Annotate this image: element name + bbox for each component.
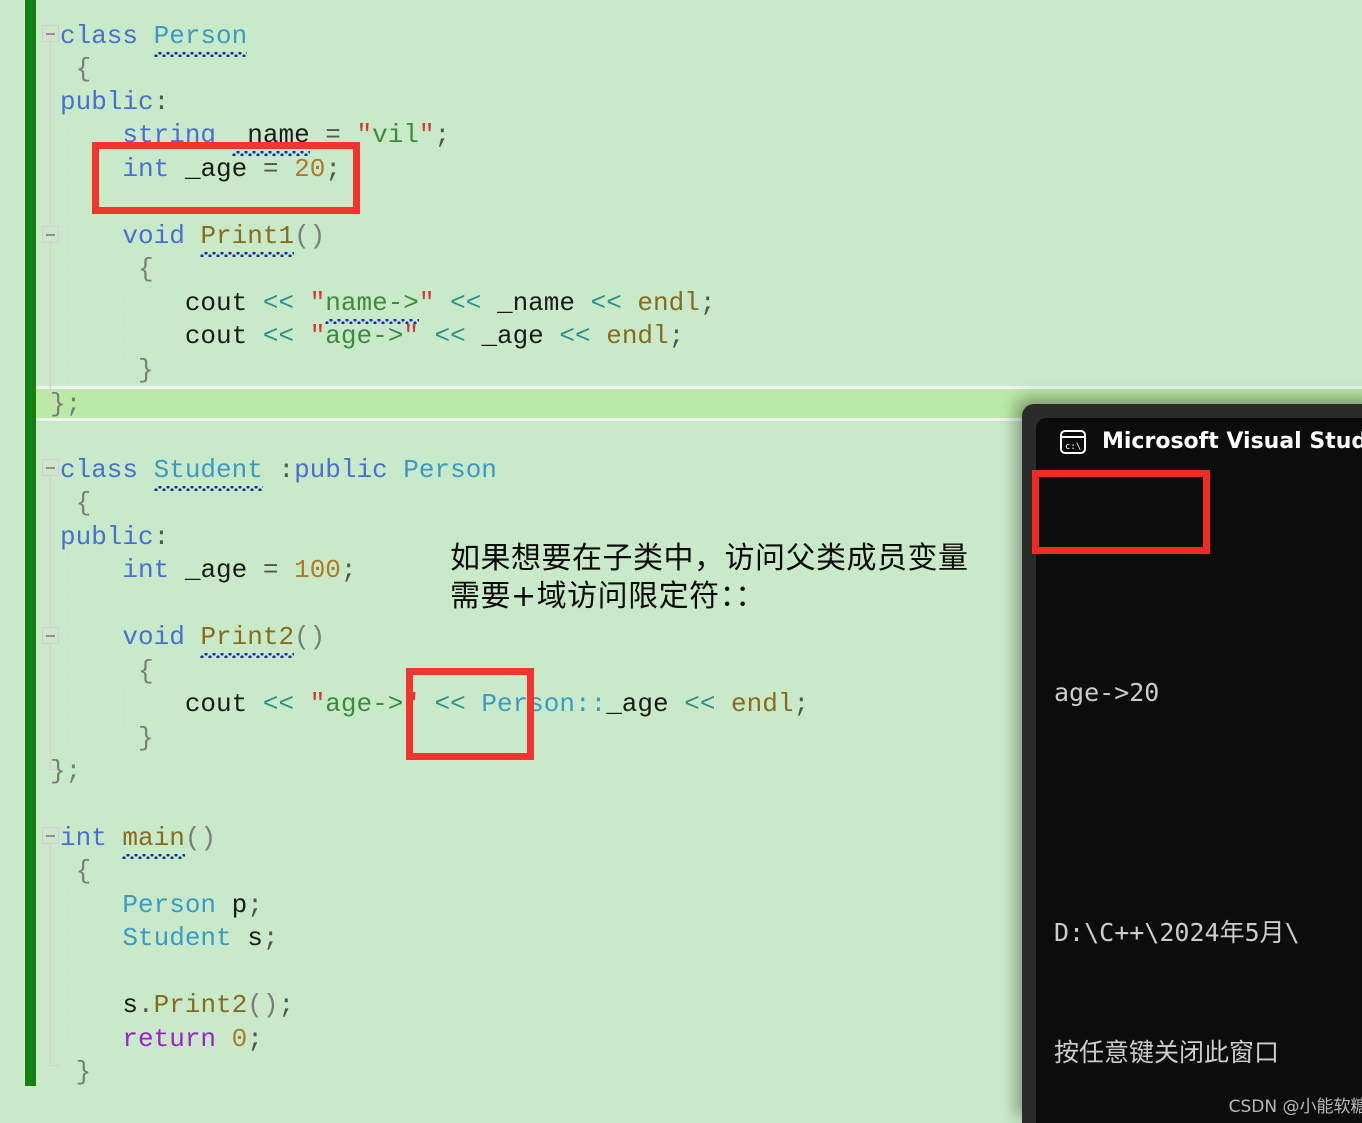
console-title: Microsoft Visual Studio <box>1102 429 1362 454</box>
svg-text:c:\: c:\ <box>1065 442 1081 452</box>
code-line-30: s.Print2(); <box>122 990 295 1020</box>
code-line-17: int _age = 100; <box>122 555 357 585</box>
code-line-32: } <box>75 1057 92 1087</box>
code-line-3: public: <box>60 87 170 117</box>
highlight-box-person-scope <box>406 668 534 760</box>
highlight-box-int-age <box>92 142 360 214</box>
console-cmd-icon: c:\ <box>1058 429 1088 455</box>
code-line-8: { <box>138 254 154 284</box>
console-output-line-3: 按任意键关闭此窗口 <box>1054 1038 1280 1067</box>
console-output-line-2: D:\C++\2024年5月\ <box>1054 918 1300 947</box>
code-line-27: Person p; <box>122 890 263 920</box>
highlight-box-console-output <box>1032 470 1210 554</box>
console-titlebar[interactable]: c:\ Microsoft Visual Studio <box>1036 418 1362 465</box>
code-line-22: } <box>138 723 154 753</box>
code-line-19: void Print2() <box>122 622 326 652</box>
annotation-text: 如果想要在子类中，访问父类成员变量 需要+域访问限定符：： <box>450 540 1010 616</box>
code-line-15: { <box>60 488 92 518</box>
code-line-31: return 0; <box>122 1024 263 1054</box>
code-line-26: { <box>60 856 92 886</box>
code-line-28: Student s; <box>122 923 279 953</box>
annotation-line-1: 如果想要在子类中，访问父类成员变量 <box>450 541 969 576</box>
code-line-16: public: <box>60 522 170 552</box>
console-output-line-1: age->20 <box>1054 678 1160 707</box>
console-blank-line-2 <box>1054 793 1362 833</box>
code-line-23: }; <box>50 756 82 786</box>
code-line-25: int main() <box>60 823 217 853</box>
code-line-11: } <box>138 355 154 385</box>
csdn-watermark: CSDN @小能软糖_ <box>1228 1097 1362 1117</box>
code-line-1: class Person <box>60 21 248 51</box>
code-line-14: class Student :public Person <box>60 455 497 485</box>
annotation-line-2: 需要+域访问限定符：： <box>450 579 766 614</box>
console-output: age->20 D:\C++\2024年5月\ 按任意键关闭此窗口 <box>1054 473 1362 1123</box>
code-line-2: { <box>60 54 92 84</box>
code-line-20: { <box>138 656 154 686</box>
code-line-12: }; <box>50 389 82 419</box>
code-line-10: cout << "age->" << _age << endl; <box>184 321 685 351</box>
code-line-9: cout << "name->" << _name << endl; <box>184 288 716 318</box>
code-line-7: void Print1() <box>122 221 326 251</box>
screenshot-root: class Person { public: string _name = "v… <box>0 0 1362 1123</box>
